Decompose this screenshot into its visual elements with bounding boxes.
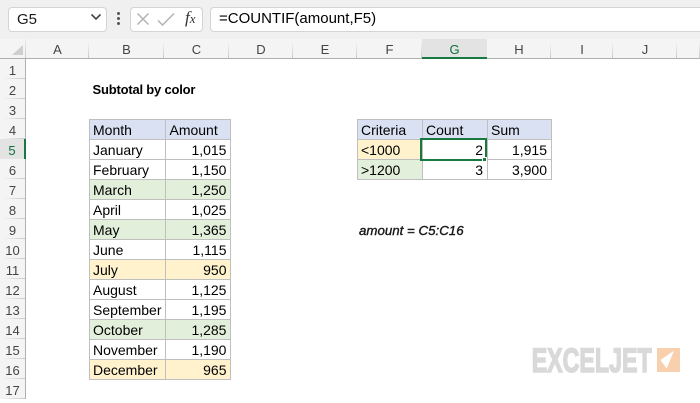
svg-text:EXCELJET: EXCELJET <box>532 345 652 380</box>
